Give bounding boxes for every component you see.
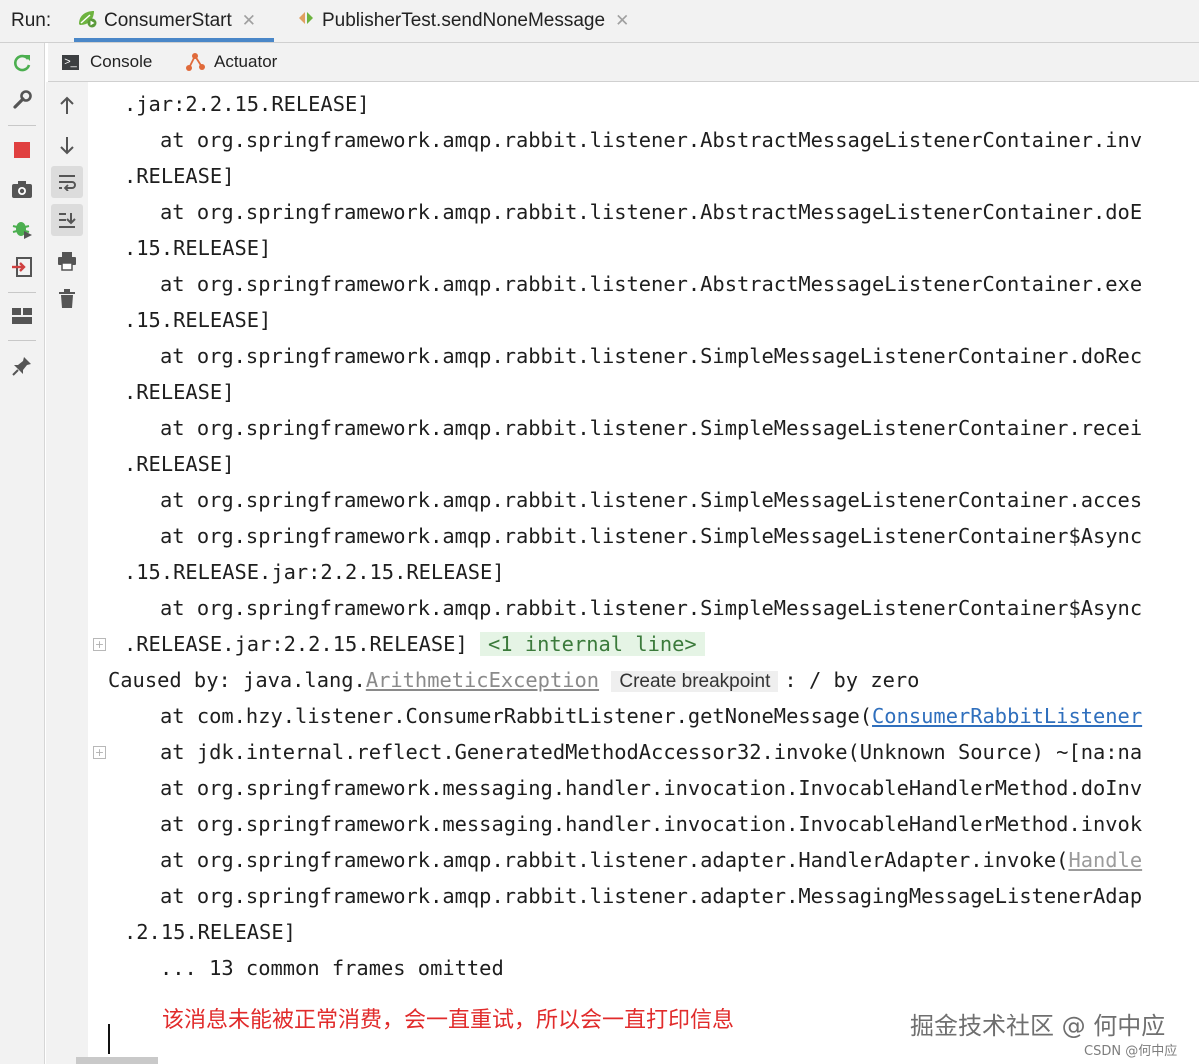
debug-bug-icon[interactable]	[10, 216, 34, 240]
spring-leaf-run-icon	[76, 8, 98, 34]
console-line: at org.springframework.amqp.rabbit.liste…	[160, 272, 1143, 296]
pin-icon[interactable]	[10, 354, 34, 378]
tab-actuator[interactable]: Actuator	[184, 43, 277, 81]
wrench-icon[interactable]	[10, 88, 34, 112]
divider	[8, 292, 36, 293]
tab-consumerstart-label: ConsumerStart	[104, 10, 232, 31]
console-line-text: at org.springframework.amqp.rabbit.liste…	[160, 848, 1069, 872]
caused-by-prefix: Caused by: java.lang.	[108, 668, 366, 692]
horizontal-scrollbar[interactable]	[76, 1057, 158, 1064]
divider	[8, 340, 36, 341]
close-icon[interactable]: ✕	[242, 11, 256, 31]
console-line: .RELEASE]	[124, 452, 235, 476]
source-link[interactable]: Handle	[1068, 848, 1142, 872]
console-line: at org.springframework.amqp.rabbit.liste…	[160, 524, 1143, 548]
divider	[8, 125, 36, 126]
login-import-icon[interactable]	[10, 255, 34, 279]
tab-publishertest[interactable]: PublisherTest.sendNoneMessage ✕	[296, 0, 629, 42]
console-line: .jar:2.2.15.RELEASE]	[124, 92, 370, 116]
expand-fold-icon[interactable]: +	[93, 746, 106, 759]
internal-lines-badge[interactable]: <1 internal line>	[480, 632, 705, 656]
console-line: at org.springframework.messaging.handler…	[160, 812, 1143, 836]
active-tab-indicator	[74, 38, 274, 42]
camera-icon[interactable]	[10, 177, 34, 201]
console-line: at org.springframework.amqp.rabbit.liste…	[160, 416, 1143, 440]
tab-publishertest-label: PublisherTest.sendNoneMessage	[322, 10, 606, 31]
console-line: .RELEASE]	[124, 380, 235, 404]
console-line-text: at com.hzy.listener.ConsumerRabbitListen…	[160, 704, 873, 728]
watermark: 掘金技术社区 @ 何中应	[910, 1012, 1166, 1040]
run-actions-strip	[0, 43, 45, 1064]
console-line: .2.15.RELEASE]	[124, 920, 296, 944]
arrow-up-icon[interactable]	[55, 94, 79, 118]
stop-icon[interactable]	[10, 138, 34, 162]
soft-wrap-icon[interactable]	[51, 166, 83, 198]
text-caret	[108, 1024, 110, 1054]
console-line: at jdk.internal.reflect.GeneratedMethodA…	[160, 740, 1143, 764]
print-icon[interactable]	[55, 249, 79, 273]
exception-link[interactable]: ArithmeticException	[366, 668, 599, 692]
console-line: at org.springframework.amqp.rabbit.liste…	[160, 200, 1143, 224]
console-line: ... 13 common frames omitted	[160, 956, 504, 980]
console-line: .15.RELEASE.jar:2.2.15.RELEASE]	[124, 560, 505, 584]
console-line: at org.springframework.messaging.handler…	[160, 776, 1143, 800]
console-icon: >_	[62, 54, 79, 70]
source-link[interactable]: ConsumerRabbitListener	[872, 704, 1142, 728]
console-line: at com.hzy.listener.ConsumerRabbitListen…	[160, 698, 1142, 734]
caused-by-message: : / by zero	[784, 668, 920, 692]
console-line: .15.RELEASE]	[124, 308, 272, 332]
tab-actuator-label: Actuator	[214, 52, 278, 71]
console-toolbar	[46, 82, 88, 1064]
console-line-folded: .RELEASE.jar:2.2.15.RELEASE] <1 internal…	[124, 626, 705, 662]
layout-icon[interactable]	[10, 304, 34, 328]
annotation-note: 该消息未能被正常消费，会一直重试，所以会一直打印信息	[162, 1008, 735, 1033]
console-line-text: .RELEASE.jar:2.2.15.RELEASE]	[124, 632, 481, 656]
close-icon[interactable]: ✕	[615, 11, 629, 31]
console-line-caused-by: Caused by: java.lang.ArithmeticException…	[108, 662, 919, 698]
scroll-to-end-icon[interactable]	[51, 204, 83, 236]
console-subtabs: >_ Console Actuator	[48, 43, 1199, 82]
console-output[interactable]: .jar:2.2.15.RELEASE] at org.springframew…	[90, 86, 1199, 1046]
create-breakpoint-button[interactable]: Create breakpoint	[611, 671, 779, 692]
rerun-icon[interactable]	[10, 51, 34, 75]
console-line: at org.springframework.amqp.rabbit.liste…	[160, 884, 1143, 908]
run-tool-window-tabbar: Run: ConsumerStart ✕ PublisherTest.sendN…	[0, 0, 1199, 43]
tab-consumerstart[interactable]: ConsumerStart ✕	[74, 0, 274, 42]
trash-icon[interactable]	[55, 287, 79, 311]
console-line: at org.springframework.amqp.rabbit.liste…	[160, 842, 1142, 878]
test-run-icon	[296, 8, 316, 34]
tab-console-label: Console	[90, 52, 153, 71]
console-line: .RELEASE]	[124, 164, 235, 188]
actuator-icon	[184, 51, 206, 73]
console-line: at org.springframework.amqp.rabbit.liste…	[160, 128, 1143, 152]
console-line: at org.springframework.amqp.rabbit.liste…	[160, 344, 1143, 368]
arrow-down-icon[interactable]	[55, 133, 79, 157]
console-line: .15.RELEASE]	[124, 236, 272, 260]
run-label: Run:	[11, 10, 52, 31]
console-line: at org.springframework.amqp.rabbit.liste…	[160, 596, 1143, 620]
tab-console[interactable]: >_ Console	[62, 43, 152, 81]
console-line: at org.springframework.amqp.rabbit.liste…	[160, 488, 1143, 512]
expand-fold-icon[interactable]: +	[93, 638, 106, 651]
watermark-small: CSDN @何中应	[1084, 1044, 1178, 1059]
